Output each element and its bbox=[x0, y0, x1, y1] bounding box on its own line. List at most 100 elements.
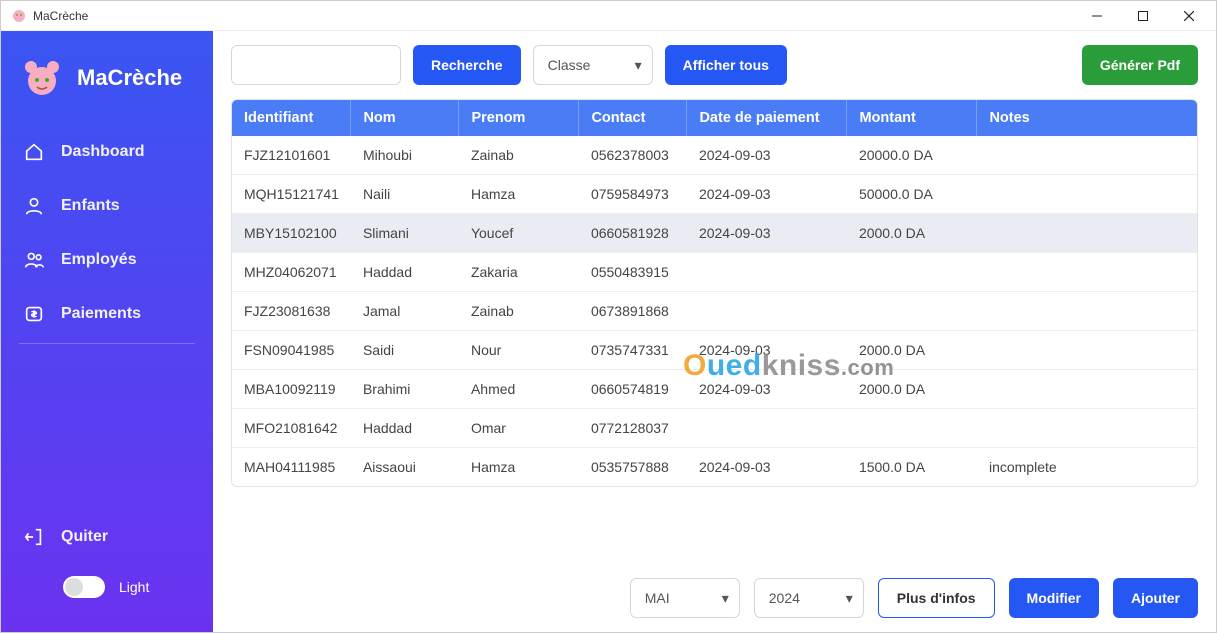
cell-contact: 0735747331 bbox=[579, 331, 687, 370]
cell-montant: 1500.0 DA bbox=[847, 448, 977, 487]
money-icon bbox=[23, 303, 45, 325]
nav-divider bbox=[19, 343, 195, 344]
footer-toolbar: MAI ▾ 2024 ▾ Plus d'infos Modifier Ajout… bbox=[231, 570, 1198, 618]
home-icon bbox=[23, 141, 45, 163]
cell-montant bbox=[847, 292, 977, 331]
cell-notes: incomplete bbox=[977, 448, 1197, 487]
person-icon bbox=[23, 195, 45, 217]
brand: MaCrèche bbox=[1, 41, 213, 125]
col-contact[interactable]: Contact bbox=[579, 100, 687, 136]
main-content: Recherche Classe ▾ Afficher tous Générer… bbox=[213, 31, 1216, 632]
cell-notes bbox=[977, 253, 1197, 292]
cell-contact: 0562378003 bbox=[579, 136, 687, 175]
sidebar-item-employes[interactable]: Employés bbox=[1, 233, 213, 287]
maximize-button[interactable] bbox=[1120, 1, 1166, 31]
table-row[interactable]: MBY15102100SlimaniYoucef06605819282024-0… bbox=[232, 214, 1197, 253]
cell-notes bbox=[977, 175, 1197, 214]
quit-label: Quiter bbox=[61, 528, 108, 546]
cell-montant: 2000.0 DA bbox=[847, 331, 977, 370]
chevron-down-icon: ▾ bbox=[635, 57, 642, 74]
logout-icon bbox=[23, 526, 45, 548]
col-date[interactable]: Date de paiement bbox=[687, 100, 847, 136]
minimize-button[interactable] bbox=[1074, 1, 1120, 31]
edit-button[interactable]: Modifier bbox=[1009, 578, 1099, 618]
cell-prenom: Zainab bbox=[459, 136, 579, 175]
more-info-button[interactable]: Plus d'infos bbox=[878, 578, 995, 618]
class-filter-select[interactable]: Classe ▾ bbox=[533, 45, 653, 85]
col-identifiant[interactable]: Identifiant bbox=[232, 100, 351, 136]
table-row[interactable]: FJZ12101601MihoubiZainab05623780032024-0… bbox=[232, 136, 1197, 175]
cell-contact: 0673891868 bbox=[579, 292, 687, 331]
add-button[interactable]: Ajouter bbox=[1113, 578, 1198, 618]
toolbar: Recherche Classe ▾ Afficher tous Générer… bbox=[231, 45, 1198, 85]
cell-prenom: Youcef bbox=[459, 214, 579, 253]
cell-id: MBY15102100 bbox=[232, 214, 351, 253]
generate-pdf-button[interactable]: Générer Pdf bbox=[1082, 45, 1198, 85]
people-icon bbox=[23, 249, 45, 271]
cell-notes bbox=[977, 370, 1197, 409]
cell-id: MAH04111985 bbox=[232, 448, 351, 487]
col-prenom[interactable]: Prenom bbox=[459, 100, 579, 136]
cell-notes bbox=[977, 136, 1197, 175]
cell-date bbox=[687, 292, 847, 331]
quit-button[interactable]: Quiter bbox=[1, 512, 213, 562]
cell-prenom: Zakaria bbox=[459, 253, 579, 292]
cell-contact: 0772128037 bbox=[579, 409, 687, 448]
cell-prenom: Nour bbox=[459, 331, 579, 370]
show-all-button[interactable]: Afficher tous bbox=[665, 45, 787, 85]
cell-prenom: Omar bbox=[459, 409, 579, 448]
cell-date: 2024-09-03 bbox=[687, 370, 847, 409]
theme-toggle[interactable] bbox=[63, 576, 105, 598]
window-title: MaCrèche bbox=[33, 9, 88, 23]
col-montant[interactable]: Montant bbox=[847, 100, 977, 136]
cell-nom: Naili bbox=[351, 175, 459, 214]
app-icon bbox=[11, 8, 27, 24]
theme-label: Light bbox=[119, 579, 149, 595]
table-row[interactable]: MHZ04062071HaddadZakaria0550483915 bbox=[232, 253, 1197, 292]
table-row[interactable]: MBA10092119BrahimiAhmed06605748192024-09… bbox=[232, 370, 1197, 409]
cell-nom: Aissaoui bbox=[351, 448, 459, 487]
year-select[interactable]: 2024 ▾ bbox=[754, 578, 864, 618]
cell-contact: 0759584973 bbox=[579, 175, 687, 214]
col-notes[interactable]: Notes bbox=[977, 100, 1197, 136]
cell-id: FJZ23081638 bbox=[232, 292, 351, 331]
chevron-down-icon: ▾ bbox=[722, 590, 729, 607]
col-nom[interactable]: Nom bbox=[351, 100, 459, 136]
search-input[interactable] bbox=[231, 45, 401, 85]
cell-contact: 0535757888 bbox=[579, 448, 687, 487]
cell-notes bbox=[977, 214, 1197, 253]
cell-date: 2024-09-03 bbox=[687, 331, 847, 370]
cell-nom: Jamal bbox=[351, 292, 459, 331]
sidebar-item-enfants[interactable]: Enfants bbox=[1, 179, 213, 233]
month-select[interactable]: MAI ▾ bbox=[630, 578, 740, 618]
cell-prenom: Hamza bbox=[459, 448, 579, 487]
cell-date: 2024-09-03 bbox=[687, 214, 847, 253]
cell-notes bbox=[977, 409, 1197, 448]
sidebar-item-paiements[interactable]: Paiements bbox=[1, 287, 213, 341]
sidebar-item-label: Enfants bbox=[61, 197, 120, 215]
cell-nom: Saidi bbox=[351, 331, 459, 370]
cell-notes bbox=[977, 331, 1197, 370]
cell-notes bbox=[977, 292, 1197, 331]
table-row[interactable]: FJZ23081638JamalZainab0673891868 bbox=[232, 292, 1197, 331]
close-button[interactable] bbox=[1166, 1, 1212, 31]
table-row[interactable]: MQH15121741NailiHamza07595849732024-09-0… bbox=[232, 175, 1197, 214]
cell-id: MHZ04062071 bbox=[232, 253, 351, 292]
search-button[interactable]: Recherche bbox=[413, 45, 521, 85]
theme-toggle-row: Light bbox=[1, 562, 213, 612]
chevron-down-icon: ▾ bbox=[846, 590, 853, 607]
cell-montant: 50000.0 DA bbox=[847, 175, 977, 214]
cell-id: MQH15121741 bbox=[232, 175, 351, 214]
sidebar-item-dashboard[interactable]: Dashboard bbox=[1, 125, 213, 179]
cell-nom: Brahimi bbox=[351, 370, 459, 409]
brand-logo-icon bbox=[19, 55, 65, 101]
cell-date bbox=[687, 409, 847, 448]
sidebar-item-label: Paiements bbox=[61, 305, 141, 323]
table-row[interactable]: MFO21081642HaddadOmar0772128037 bbox=[232, 409, 1197, 448]
cell-nom: Haddad bbox=[351, 253, 459, 292]
table-row[interactable]: FSN09041985SaidiNour07357473312024-09-03… bbox=[232, 331, 1197, 370]
cell-prenom: Ahmed bbox=[459, 370, 579, 409]
cell-nom: Slimani bbox=[351, 214, 459, 253]
brand-name: MaCrèche bbox=[77, 65, 182, 91]
table-row[interactable]: MAH04111985AissaouiHamza05357578882024-0… bbox=[232, 448, 1197, 487]
